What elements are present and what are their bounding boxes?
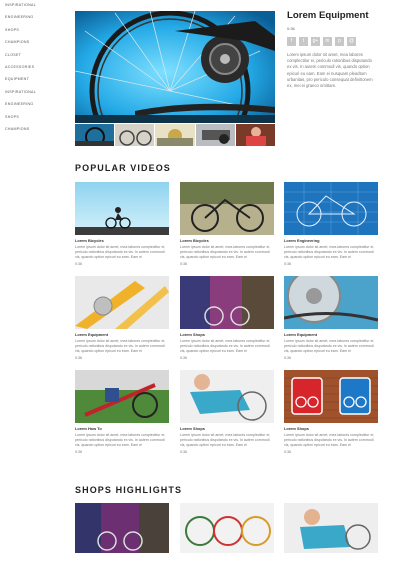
video-thumbnail[interactable] bbox=[180, 276, 274, 329]
video-card-duration: 0:36 bbox=[180, 262, 187, 266]
video-card[interactable]: Lorem Shops Lorem ipsum dolor sit amet, … bbox=[180, 370, 274, 454]
shop-highlight-image[interactable] bbox=[75, 503, 169, 553]
video-duration: 0:36 bbox=[287, 26, 295, 31]
thumbnail-4[interactable] bbox=[195, 124, 235, 146]
email-icon[interactable]: @ bbox=[347, 37, 356, 46]
video-thumbnail[interactable] bbox=[180, 182, 274, 235]
video-thumbnail[interactable] bbox=[284, 370, 378, 423]
pinterest-icon[interactable]: p bbox=[335, 37, 344, 46]
thumbnail-2[interactable] bbox=[115, 124, 155, 146]
video-card-desc: Lorem ipsum dolor sit amet, mea labores … bbox=[284, 245, 375, 259]
video-card-duration: 0:36 bbox=[180, 450, 187, 454]
video-card[interactable]: Lorem Shops Lorem ipsum dolor sit amet, … bbox=[284, 370, 378, 454]
video-thumbnail[interactable] bbox=[284, 276, 378, 329]
video-card-duration: 0:36 bbox=[284, 356, 291, 360]
shop-highlight-image[interactable] bbox=[284, 503, 378, 553]
google-plus-icon[interactable]: g+ bbox=[311, 37, 320, 46]
video-card-title: Lorem Equipment bbox=[284, 332, 318, 337]
video-card-duration: 0:36 bbox=[75, 356, 82, 360]
sidebar-item-closet[interactable]: Closet bbox=[5, 52, 65, 64]
video-card-desc: Lorem ipsum dolor sit amet, mea labores … bbox=[75, 245, 166, 259]
thumbnail-5[interactable] bbox=[235, 124, 276, 146]
video-card-duration: 0:36 bbox=[180, 356, 187, 360]
video-card-desc: Lorem ipsum dolor sit amet, mea labores … bbox=[284, 339, 375, 353]
facebook-icon[interactable]: f bbox=[287, 37, 296, 46]
video-thumbnail[interactable] bbox=[75, 276, 169, 329]
sidebar-item-champions-2[interactable]: Champions bbox=[5, 126, 65, 138]
hero-video-image[interactable] bbox=[75, 11, 275, 123]
video-card-duration: 0:36 bbox=[75, 262, 82, 266]
share-buttons: f t g+ in p @ bbox=[287, 37, 377, 46]
video-card[interactable]: Lorem Shops Lorem ipsum dolor sit amet, … bbox=[180, 276, 274, 360]
shop-highlight-image[interactable] bbox=[180, 503, 274, 553]
sidebar-item-shops-2[interactable]: Shops bbox=[5, 114, 65, 126]
video-card[interactable]: Lorem Bicycles Lorem ipsum dolor sit ame… bbox=[75, 182, 169, 266]
video-card-duration: 0:36 bbox=[284, 262, 291, 266]
sidebar-item-engineering-2[interactable]: Engineering bbox=[5, 101, 65, 113]
video-thumbnail[interactable] bbox=[75, 370, 169, 423]
shops-highlights-heading: Shops Highlights bbox=[75, 485, 183, 495]
video-card-title: Lorem Bicycles bbox=[75, 238, 104, 243]
thumbnail-3[interactable] bbox=[155, 124, 195, 146]
linkedin-icon[interactable]: in bbox=[323, 37, 332, 46]
video-card-title: Lorem Shops bbox=[180, 332, 205, 337]
video-card-duration: 0:36 bbox=[284, 450, 291, 454]
video-card[interactable]: Lorem Equipment Lorem ipsum dolor sit am… bbox=[284, 276, 378, 360]
video-card-title: Lorem Bicycles bbox=[180, 238, 209, 243]
sidebar-item-champions[interactable]: Champions bbox=[5, 39, 65, 51]
video-card-desc: Lorem ipsum dolor sit amet, mea labores … bbox=[180, 433, 271, 447]
sidebar-item-engineering[interactable]: Engineering bbox=[5, 14, 65, 26]
video-card-desc: Lorem ipsum dolor sit amet, mea labores … bbox=[284, 433, 375, 447]
video-thumbnail[interactable] bbox=[75, 182, 169, 235]
video-thumbnail[interactable] bbox=[180, 370, 274, 423]
video-card-title: Lorem Shops bbox=[284, 426, 309, 431]
video-card[interactable]: Lorem Bicycles Lorem ipsum dolor sit ame… bbox=[180, 182, 274, 266]
video-card-duration: 0:36 bbox=[75, 450, 82, 454]
video-thumbnail[interactable] bbox=[284, 182, 378, 235]
sidebar-item-accessories[interactable]: Accessories bbox=[5, 64, 65, 76]
video-card-title: Lorem Engineering bbox=[284, 238, 320, 243]
video-card-desc: Lorem ipsum dolor sit amet, mea labores … bbox=[75, 433, 166, 447]
video-title: Lorem Equipment bbox=[287, 10, 369, 21]
hero-info: Lorem Equipment 0:36 f t g+ in p @ Lorem… bbox=[287, 10, 377, 89]
popular-videos-heading: Popular Videos bbox=[75, 163, 171, 173]
sidebar-item-shops[interactable]: Shops bbox=[5, 27, 65, 39]
video-card-title: Lorem Shops bbox=[180, 426, 205, 431]
twitter-icon[interactable]: t bbox=[299, 37, 308, 46]
sidebar-item-inspirational[interactable]: Inspirational bbox=[5, 2, 65, 14]
sidebar-item-equipment[interactable]: Equipment bbox=[5, 76, 65, 88]
thumbnail-1[interactable] bbox=[75, 124, 115, 146]
video-card-desc: Lorem ipsum dolor sit amet, mea labores … bbox=[180, 245, 271, 259]
video-card[interactable]: Lorem Engineering Lorem ipsum dolor sit … bbox=[284, 182, 378, 266]
sidebar-item-inspirational-2[interactable]: Inspirational bbox=[5, 89, 65, 101]
hero-thumbnail-strip bbox=[75, 124, 276, 146]
video-card[interactable]: Lorem Equipment Lorem ipsum dolor sit am… bbox=[75, 276, 169, 360]
video-description: Lorem ipsum dolor sit amet, mea labores … bbox=[287, 52, 373, 89]
video-card[interactable]: Lorem How To Lorem ipsum dolor sit amet,… bbox=[75, 370, 169, 454]
video-card-title: Lorem Equipment bbox=[75, 332, 109, 337]
video-card-desc: Lorem ipsum dolor sit amet, mea labores … bbox=[180, 339, 271, 353]
video-card-desc: Lorem ipsum dolor sit amet, mea labores … bbox=[75, 339, 166, 353]
sidebar-nav: Inspirational Engineering Shops Champion… bbox=[5, 2, 65, 138]
video-card-title: Lorem How To bbox=[75, 426, 102, 431]
